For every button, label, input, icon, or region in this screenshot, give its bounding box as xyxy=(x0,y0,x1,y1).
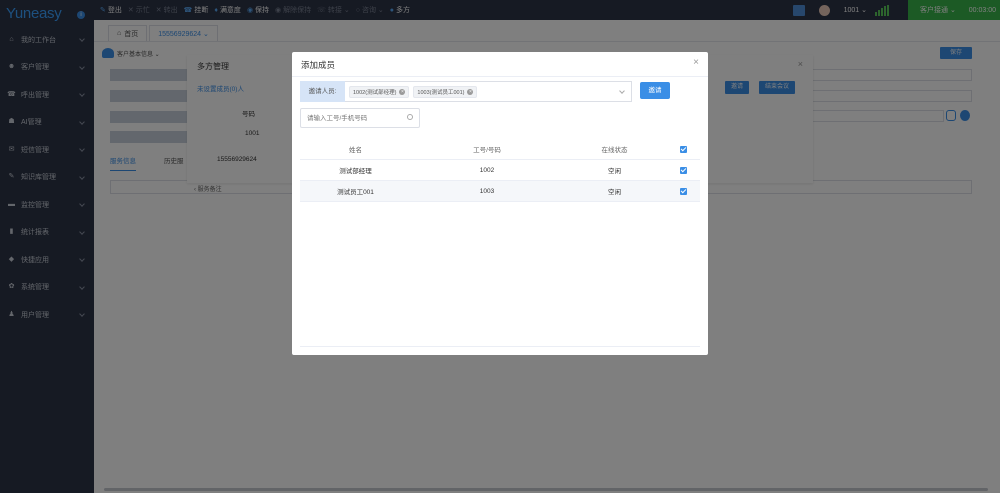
column-header-name: 姓名 xyxy=(349,147,362,154)
select-all-checkbox[interactable] xyxy=(666,145,700,153)
remove-chip-icon[interactable]: × xyxy=(467,88,474,95)
member-chip: 1003(测试员工001) × xyxy=(413,85,478,98)
divider xyxy=(292,76,708,77)
add-member-modal: 添加成员 × 邀请人员: 1002(测试部经理) × 1003(测试员工001)… xyxy=(292,52,708,355)
member-number: 1003 xyxy=(479,187,495,195)
invite-members-select[interactable]: 1002(测试部经理) × 1003(测试员工001) × xyxy=(345,81,632,102)
chevron-down-icon[interactable] xyxy=(619,88,625,94)
member-number: 1002 xyxy=(479,166,495,174)
table-row[interactable]: 测试部经理 1002 空闲 xyxy=(300,160,700,181)
search-icon[interactable] xyxy=(407,114,413,120)
divider xyxy=(300,346,700,347)
checkbox[interactable] xyxy=(679,145,687,153)
modal-title: 添加成员 xyxy=(301,60,336,70)
checkbox[interactable] xyxy=(679,187,687,195)
table-row[interactable]: 测试员工001 1003 空闲 xyxy=(300,181,700,202)
row-checkbox[interactable] xyxy=(666,166,700,174)
member-name: 测试员工001 xyxy=(337,189,374,196)
checkbox[interactable] xyxy=(679,166,687,174)
row-checkbox[interactable] xyxy=(666,187,700,195)
search-input[interactable] xyxy=(300,108,420,128)
table-header: 姓名 工号/号码 在线状态 xyxy=(300,139,700,160)
close-icon[interactable]: × xyxy=(693,57,699,68)
invite-label: 邀请人员: xyxy=(300,81,345,102)
member-chip-label: 1002(测试部经理) xyxy=(353,89,397,96)
member-name: 测试部经理 xyxy=(339,168,372,175)
remove-chip-icon[interactable]: × xyxy=(399,88,406,95)
column-header-number: 工号/号码 xyxy=(473,147,501,154)
column-header-status: 在线状态 xyxy=(601,147,628,154)
member-status: 空闲 xyxy=(608,189,621,196)
member-status: 空闲 xyxy=(608,168,621,175)
member-table: 姓名 工号/号码 在线状态 测试部经理 1002 空闲 测试员工001 1003… xyxy=(300,139,700,202)
member-chip: 1002(测试部经理) × xyxy=(349,85,410,98)
member-chip-label: 1003(测试员工001) xyxy=(417,89,465,96)
invite-button[interactable]: 邀请 xyxy=(640,82,670,99)
